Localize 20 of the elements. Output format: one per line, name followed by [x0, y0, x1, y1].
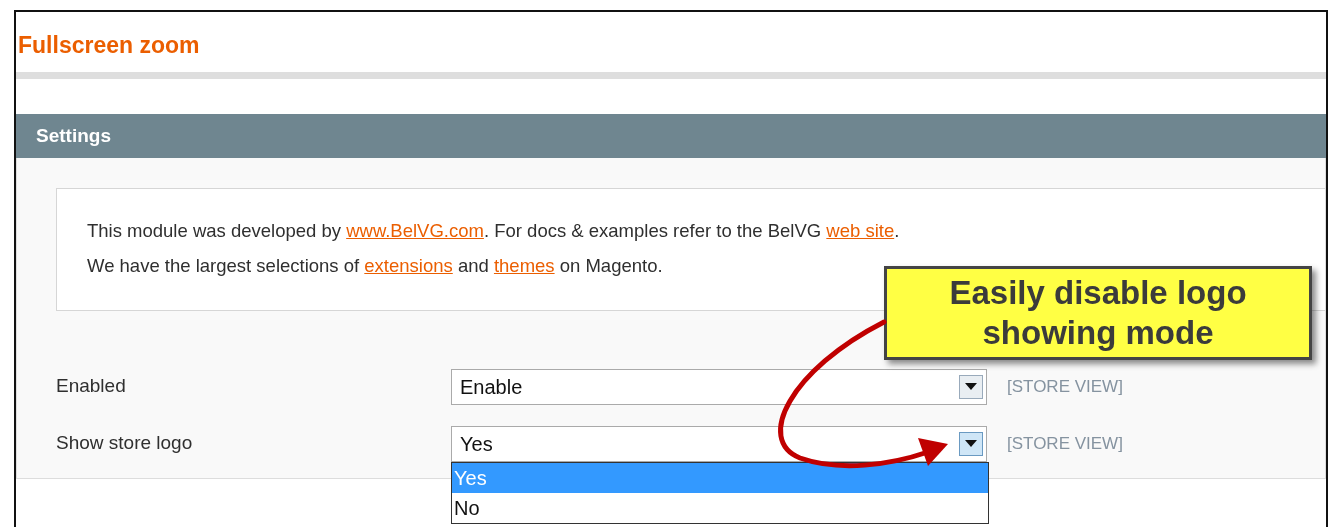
field-label: Show store logo: [56, 431, 194, 456]
notice-text: This module was developed by www.BelVG.com. For docs & examples refer to the BelVG web site.: [87, 219, 901, 243]
notice-text: We have the largest selections of extensions and themes on Magento.: [87, 254, 664, 278]
link[interactable]: www.BelVG.com: [346, 220, 484, 241]
dropdown-option[interactable]: Yes: [452, 462, 988, 493]
link[interactable]: extensions: [364, 255, 453, 276]
dropdown-option[interactable]: No: [452, 492, 988, 523]
callout-box: Easily disable logo showing mode: [884, 266, 1312, 360]
link[interactable]: web site: [826, 220, 895, 241]
page-title: Fullscreen zoom: [18, 32, 200, 58]
dropdown-button[interactable]: [959, 431, 983, 456]
dropdown-button[interactable]: [959, 374, 983, 399]
link[interactable]: themes: [493, 255, 555, 276]
scope-label: [STORE VIEW]: [1007, 432, 1123, 455]
caret-icon: [965, 383, 977, 390]
section-header[interactable]: Settings: [16, 114, 1326, 158]
select-field[interactable]: Enable: [451, 368, 987, 405]
caret-icon: [965, 440, 977, 447]
field-label: Enabled: [56, 374, 127, 399]
scope-label: [STORE VIEW]: [1007, 375, 1123, 398]
